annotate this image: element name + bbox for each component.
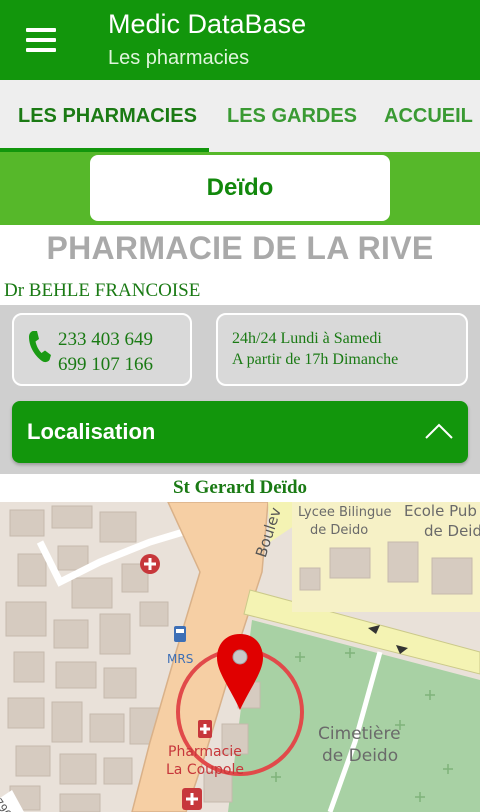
pharmacy-address: St Gerard Deïdo (0, 474, 480, 502)
map-label-school-2: de Deido (310, 523, 369, 538)
map-label-cemetery: Cimetière (318, 724, 401, 744)
localisation-header[interactable]: Localisation (12, 401, 468, 463)
map-label-pharmacie: Pharmacie (168, 744, 242, 760)
localisation-title: Localisation (27, 419, 156, 444)
tab-les-gardes[interactable]: LES GARDES (227, 80, 357, 152)
pharmacist-name: Dr BEHLE FRANCOISE (4, 280, 201, 301)
phone-box[interactable]: 233 403 649 699 107 166 (12, 313, 192, 386)
app-subtitle: Les pharmacies (108, 47, 250, 69)
map-label-pharmacie-2: La Coupole (166, 762, 244, 778)
pharmacy-name: PHARMACIE DE LA RIVE (46, 230, 434, 266)
opening-hours: 24h/24 Lundi à Samedi A partir de 17h Di… (232, 328, 398, 370)
tab-bar: LES PHARMACIES LES GARDES ACCUEIL (0, 80, 480, 152)
app-bar: Medic DataBase Les pharmacies (0, 0, 480, 80)
district-selector[interactable]: Deïdo (90, 155, 390, 221)
map-label-ecole: Ecole Pub (404, 502, 477, 520)
hamburger-menu-icon[interactable] (22, 24, 60, 56)
phone-number-2[interactable]: 699 107 166 (58, 352, 153, 377)
location-map[interactable]: Lycee Bilingue de Deido Ecole Pub de Dei… (0, 502, 480, 812)
app-title: Medic DataBase (108, 9, 307, 39)
phone-icon (29, 331, 51, 363)
map-label-mrs: MRS (167, 652, 194, 666)
hours-weekday: 24h/24 Lundi à Samedi (232, 330, 382, 347)
tab-les-pharmacies[interactable]: LES PHARMACIES (18, 80, 197, 152)
hours-sunday: A partir de 17h Dimanche (232, 351, 399, 368)
chevron-up-icon[interactable] (424, 421, 454, 441)
tab-accueil[interactable]: ACCUEIL (384, 80, 473, 152)
phone-number-1[interactable]: 233 403 649 (58, 327, 153, 352)
map-label-cemetery-2: de Deido (322, 746, 399, 766)
opening-hours-box: 24h/24 Lundi à Samedi A partir de 17h Di… (216, 313, 468, 386)
map-label-school: Lycee Bilingue (298, 505, 392, 520)
map-label-ecole-2: de Deid (424, 522, 480, 540)
phone-numbers: 233 403 649 699 107 166 (58, 327, 153, 377)
